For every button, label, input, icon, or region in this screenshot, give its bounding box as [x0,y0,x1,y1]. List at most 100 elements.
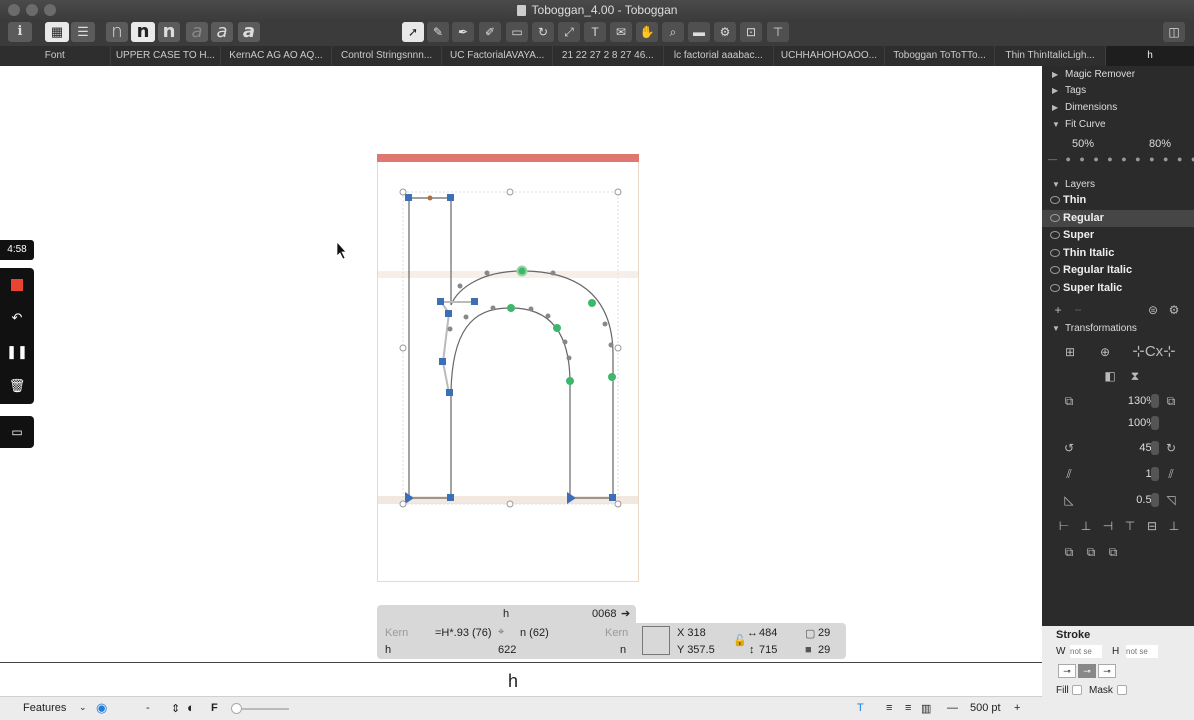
list-view-button[interactable]: ☰ [71,22,95,42]
corner-nodes[interactable] [405,194,616,504]
measure-tool-button[interactable]: ▬ [688,22,710,42]
tab-font[interactable]: Font [0,46,111,66]
flip-vertical-icon[interactable]: ⧗ [1127,368,1143,384]
fit-curve-max[interactable]: 80% [1139,136,1171,152]
sidebar-toggle-button[interactable]: ◫ [1163,22,1185,42]
pen-tool-button[interactable]: ✒ [452,22,474,42]
align-bottom-icon[interactable]: ⊥ [1166,518,1182,534]
columns-icon[interactable]: ▥ [921,702,931,715]
tab-numbers[interactable]: 21 22 27 2 8 27 46... [553,46,664,66]
rotate-right-icon[interactable]: ↻ [1163,440,1179,456]
glyph-canvas[interactable] [0,66,1042,662]
x-position-field[interactable]: X 318 [677,627,706,639]
features-menu[interactable]: Features [23,702,66,714]
fit-curve-min[interactable]: 50% [1066,136,1094,152]
component-tool-button[interactable]: ⚙ [714,22,736,42]
layer-super-italic[interactable]: Super Italic [1042,280,1194,297]
tab-uchh[interactable]: UCHHAHOHOAOO... [774,46,885,66]
layers-section[interactable]: ▼ Layers [1042,176,1194,193]
pencil-tool-button[interactable]: ✎ [427,22,449,42]
eye-icon[interactable]: ◉ [96,700,107,716]
preview-area[interactable]: h [0,662,1042,696]
slant-right-icon[interactable]: ⫽ [1163,466,1179,482]
lock-icon[interactable]: 🔓 [733,634,747,647]
rotate-stepper[interactable] [1151,441,1159,455]
dimensions-section[interactable]: ▶ Dimensions [1042,99,1194,116]
align-top-icon[interactable]: ⊤ [1122,518,1138,534]
info-button[interactable]: i [8,22,32,42]
pause-recording-button[interactable]: ❚❚ [0,337,34,367]
glyph-outline[interactable] [0,66,1042,662]
glyph-view-italic-outline-button[interactable]: a [186,22,208,42]
stroke-cap-butt-icon[interactable]: ⊸ [1058,664,1076,678]
zoom-in-button[interactable]: + [1014,702,1020,714]
align-middle-icon[interactable]: ⊟ [1144,518,1160,534]
stop-recording-button[interactable] [0,269,34,299]
gear-icon[interactable]: ⚙ [1166,302,1182,318]
close-window-button[interactable] [8,4,20,16]
rotate-tool-button[interactable]: ↻ [532,22,554,42]
text-tool-icon[interactable]: T [857,702,864,714]
layer-thin-italic[interactable]: Thin Italic [1042,245,1194,262]
skew-field[interactable]: 0.5° [1110,492,1156,508]
transformations-section[interactable]: ▼ Transformations [1042,320,1194,337]
kerning-tool-button[interactable]: ⊤ [767,22,789,42]
arrow-right-circle-icon[interactable]: ➔ [621,605,630,623]
scale-x-field[interactable]: 130% [1110,393,1156,409]
flip-horizontal-icon[interactable]: ◧ [1102,368,1118,384]
stroke-height-field[interactable] [1126,645,1158,658]
stroke-width-field[interactable] [1070,645,1102,658]
layer-super[interactable]: Super [1042,227,1194,244]
left-metric-field[interactable]: =H*.93 (76) [435,627,492,639]
layer-thin[interactable]: Thin [1042,192,1194,209]
magic-remover-section[interactable]: ▶ Magic Remover [1042,66,1194,83]
eye-icon[interactable] [1050,284,1060,292]
eye-icon[interactable] [1050,266,1060,274]
scale-apply-icon[interactable]: ⧉ [1163,393,1179,409]
smooth-nodes[interactable] [507,265,616,386]
rectangle-tool-button[interactable]: ▭ [506,22,528,42]
scale-icon[interactable]: ⧉ [1061,393,1077,409]
bounding-box-icon[interactable]: ⊞ [1062,344,1078,360]
left-kern-glyph[interactable]: h [385,644,391,656]
zoom-out-button[interactable]: — [947,702,958,714]
stroke-cap-round-icon[interactable]: ⊸ [1078,664,1096,678]
align-right-icon[interactable]: ≡ [905,702,911,714]
slider-knob[interactable] [231,703,242,714]
eye-icon[interactable] [1050,196,1060,204]
align-right-icon[interactable]: ⊣ [1100,518,1116,534]
contrast-icon[interactable]: ◐ [187,700,195,715]
transform-handles[interactable] [399,188,622,508]
fit-curve-section[interactable]: ▼ Fit Curve [1042,116,1194,133]
glyph-view-filled-button[interactable]: n [131,22,155,42]
tab-toboggan[interactable]: Toboggan ToToTTo... [885,46,996,66]
skew-left-icon[interactable]: ◺ [1061,492,1077,508]
minimize-window-button[interactable] [26,4,38,16]
align-left-icon[interactable]: ⊢ [1056,518,1072,534]
skew-right-icon[interactable]: ◹ [1163,492,1179,508]
glyph-view-outline-button[interactable]: n [106,22,128,42]
tab-thin[interactable]: Thin ThinItalicLigh... [995,46,1106,66]
font-f-icon[interactable]: F [211,702,218,714]
zoom-size-field[interactable]: 500 pt [970,702,1001,714]
tab-upper-case[interactable]: UPPER CASE TO H... [111,46,222,66]
glyph-view-bold-button[interactable]: n [158,22,180,42]
y-position-field[interactable]: Y 357.5 [677,644,715,656]
zoom-tool-button[interactable]: ⌕ [662,22,684,42]
glyph-view-italic-bold-button[interactable]: a [238,22,260,42]
right-kern-glyph[interactable]: n [620,644,626,656]
anchor-tool-button[interactable]: ⊡ [740,22,762,42]
eye-icon[interactable] [1050,231,1060,239]
annotation-tool-button[interactable]: ✉ [610,22,632,42]
restart-recording-button[interactable]: ↶ [0,303,34,333]
eye-icon[interactable] [1050,249,1060,257]
align-center-icon[interactable]: ⊥ [1078,518,1094,534]
brush-tool-button[interactable]: ✐ [479,22,501,42]
fit-curve-slider[interactable]: — ● ● ● ● ● ● ● ● ● ● + [1048,154,1194,164]
hand-tool-button[interactable]: ✋ [636,22,658,42]
chevron-down-icon[interactable]: ⌄ [79,702,87,713]
tab-kern[interactable]: KernAC AG AO AQ... [221,46,332,66]
add-layer-icon[interactable]: + [1050,302,1066,318]
zoom-window-button[interactable] [44,4,56,16]
slant-stepper[interactable] [1151,467,1159,481]
